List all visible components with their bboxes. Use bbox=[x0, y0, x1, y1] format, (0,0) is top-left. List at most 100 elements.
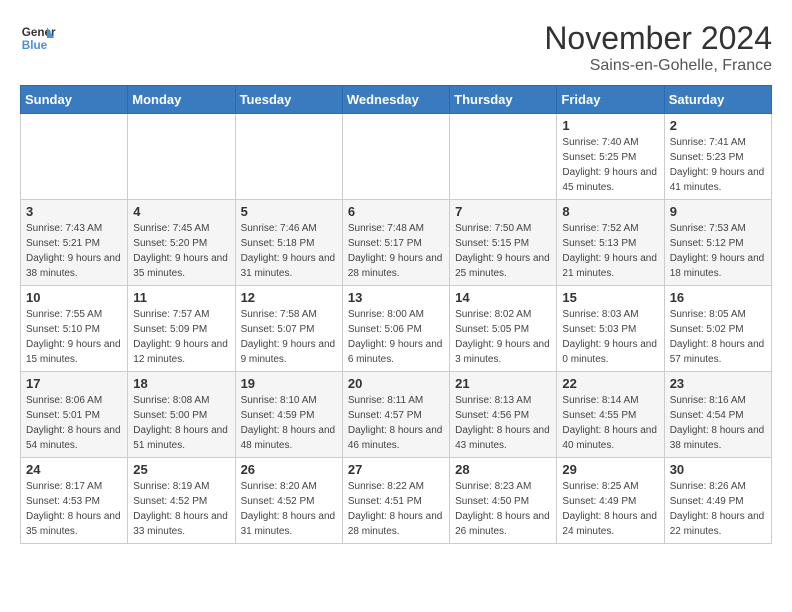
day-info: Sunrise: 7:40 AM Sunset: 5:25 PM Dayligh… bbox=[562, 135, 658, 195]
calendar-week-row: 17Sunrise: 8:06 AM Sunset: 5:01 PM Dayli… bbox=[21, 372, 772, 458]
weekday-header: Thursday bbox=[450, 86, 557, 114]
day-info: Sunrise: 7:53 AM Sunset: 5:12 PM Dayligh… bbox=[670, 221, 766, 281]
calendar-cell: 28 Sunrise: 8:23 AM Sunset: 4:50 PM Dayli… bbox=[450, 458, 557, 544]
day-number: 16 bbox=[670, 290, 766, 305]
day-number: 27 bbox=[348, 462, 444, 477]
calendar-week-row: 24 Sunrise: 8:17 AM Sunset: 4:53 PM Dayli… bbox=[21, 458, 772, 544]
day-number: 20 bbox=[348, 376, 444, 391]
day-number: 13 bbox=[348, 290, 444, 305]
day-number: 15 bbox=[562, 290, 658, 305]
calendar-cell: 22Sunrise: 8:14 AM Sunset: 4:55 PM Dayli… bbox=[557, 372, 664, 458]
day-info: Sunrise: 8:11 AM Sunset: 4:57 PM Dayligh… bbox=[348, 393, 444, 453]
calendar-cell bbox=[128, 114, 235, 200]
calendar-cell: 1 Sunrise: 7:40 AM Sunset: 5:25 PM Daylig… bbox=[557, 114, 664, 200]
calendar-cell: 6 Sunrise: 7:48 AM Sunset: 5:17 PM Daylig… bbox=[342, 200, 449, 286]
calendar-cell: 30 Sunrise: 8:26 AM Sunset: 4:49 PM Dayli… bbox=[664, 458, 771, 544]
day-info: Sunrise: 8:26 AM Sunset: 4:49 PM Dayligh… bbox=[670, 479, 766, 539]
day-number: 26 bbox=[241, 462, 337, 477]
day-number: 11 bbox=[133, 290, 229, 305]
calendar-cell: 14 Sunrise: 8:02 AM Sunset: 5:05 PM Dayli… bbox=[450, 286, 557, 372]
calendar-cell: 17Sunrise: 8:06 AM Sunset: 5:01 PM Dayli… bbox=[21, 372, 128, 458]
day-info: Sunrise: 8:25 AM Sunset: 4:49 PM Dayligh… bbox=[562, 479, 658, 539]
calendar-cell: 8 Sunrise: 7:52 AM Sunset: 5:13 PM Daylig… bbox=[557, 200, 664, 286]
calendar-cell: 27 Sunrise: 8:22 AM Sunset: 4:51 PM Dayli… bbox=[342, 458, 449, 544]
day-number: 25 bbox=[133, 462, 229, 477]
day-info: Sunrise: 7:45 AM Sunset: 5:20 PM Dayligh… bbox=[133, 221, 229, 281]
day-info: Sunrise: 7:50 AM Sunset: 5:15 PM Dayligh… bbox=[455, 221, 551, 281]
day-number: 4 bbox=[133, 204, 229, 219]
calendar-cell bbox=[235, 114, 342, 200]
day-number: 5 bbox=[241, 204, 337, 219]
calendar-cell: 24 Sunrise: 8:17 AM Sunset: 4:53 PM Dayli… bbox=[21, 458, 128, 544]
day-info: Sunrise: 8:19 AM Sunset: 4:52 PM Dayligh… bbox=[133, 479, 229, 539]
calendar-cell: 2 Sunrise: 7:41 AM Sunset: 5:23 PM Daylig… bbox=[664, 114, 771, 200]
day-info: Sunrise: 8:08 AM Sunset: 5:00 PM Dayligh… bbox=[133, 393, 229, 453]
page-header: General Blue November 2024 Sains-en-Gohe… bbox=[20, 20, 772, 75]
calendar-week-row: 10 Sunrise: 7:55 AM Sunset: 5:10 PM Dayli… bbox=[21, 286, 772, 372]
day-info: Sunrise: 8:02 AM Sunset: 5:05 PM Dayligh… bbox=[455, 307, 551, 367]
calendar-cell: 10 Sunrise: 7:55 AM Sunset: 5:10 PM Dayli… bbox=[21, 286, 128, 372]
day-number: 10 bbox=[26, 290, 122, 305]
calendar-cell bbox=[21, 114, 128, 200]
logo: General Blue bbox=[20, 20, 56, 56]
day-info: Sunrise: 8:16 AM Sunset: 4:54 PM Dayligh… bbox=[670, 393, 766, 453]
day-info: Sunrise: 7:46 AM Sunset: 5:18 PM Dayligh… bbox=[241, 221, 337, 281]
weekday-header: Monday bbox=[128, 86, 235, 114]
day-number: 9 bbox=[670, 204, 766, 219]
calendar-cell: 5 Sunrise: 7:46 AM Sunset: 5:18 PM Daylig… bbox=[235, 200, 342, 286]
day-info: Sunrise: 8:00 AM Sunset: 5:06 PM Dayligh… bbox=[348, 307, 444, 367]
day-info: Sunrise: 8:22 AM Sunset: 4:51 PM Dayligh… bbox=[348, 479, 444, 539]
day-info: Sunrise: 8:05 AM Sunset: 5:02 PM Dayligh… bbox=[670, 307, 766, 367]
weekday-header: Tuesday bbox=[235, 86, 342, 114]
day-number: 1 bbox=[562, 118, 658, 133]
day-info: Sunrise: 8:10 AM Sunset: 4:59 PM Dayligh… bbox=[241, 393, 337, 453]
day-info: Sunrise: 8:17 AM Sunset: 4:53 PM Dayligh… bbox=[26, 479, 122, 539]
weekday-header: Sunday bbox=[21, 86, 128, 114]
day-info: Sunrise: 8:14 AM Sunset: 4:55 PM Dayligh… bbox=[562, 393, 658, 453]
calendar-cell: 16 Sunrise: 8:05 AM Sunset: 5:02 PM Dayli… bbox=[664, 286, 771, 372]
calendar-cell: 19 Sunrise: 8:10 AM Sunset: 4:59 PM Dayli… bbox=[235, 372, 342, 458]
day-info: Sunrise: 8:23 AM Sunset: 4:50 PM Dayligh… bbox=[455, 479, 551, 539]
calendar-cell: 3 Sunrise: 7:43 AM Sunset: 5:21 PM Daylig… bbox=[21, 200, 128, 286]
calendar-cell: 4 Sunrise: 7:45 AM Sunset: 5:20 PM Daylig… bbox=[128, 200, 235, 286]
calendar-cell: 20 Sunrise: 8:11 AM Sunset: 4:57 PM Dayli… bbox=[342, 372, 449, 458]
month-title: November 2024 bbox=[544, 20, 772, 57]
calendar-cell: 26Sunrise: 8:20 AM Sunset: 4:52 PM Dayli… bbox=[235, 458, 342, 544]
calendar-cell: 21Sunrise: 8:13 AM Sunset: 4:56 PM Dayli… bbox=[450, 372, 557, 458]
day-info: Sunrise: 8:03 AM Sunset: 5:03 PM Dayligh… bbox=[562, 307, 658, 367]
day-number: 28 bbox=[455, 462, 551, 477]
day-info: Sunrise: 7:41 AM Sunset: 5:23 PM Dayligh… bbox=[670, 135, 766, 195]
day-number: 24 bbox=[26, 462, 122, 477]
weekday-header: Saturday bbox=[664, 86, 771, 114]
day-number: 7 bbox=[455, 204, 551, 219]
weekday-header: Friday bbox=[557, 86, 664, 114]
day-info: Sunrise: 7:52 AM Sunset: 5:13 PM Dayligh… bbox=[562, 221, 658, 281]
day-info: Sunrise: 7:57 AM Sunset: 5:09 PM Dayligh… bbox=[133, 307, 229, 367]
day-number: 8 bbox=[562, 204, 658, 219]
day-number: 30 bbox=[670, 462, 766, 477]
day-info: Sunrise: 7:58 AM Sunset: 5:07 PM Dayligh… bbox=[241, 307, 337, 367]
day-number: 18 bbox=[133, 376, 229, 391]
day-number: 23 bbox=[670, 376, 766, 391]
calendar-cell: 11 Sunrise: 7:57 AM Sunset: 5:09 PM Dayli… bbox=[128, 286, 235, 372]
day-number: 19 bbox=[241, 376, 337, 391]
day-number: 17 bbox=[26, 376, 122, 391]
calendar-cell: 15 Sunrise: 8:03 AM Sunset: 5:03 PM Dayli… bbox=[557, 286, 664, 372]
day-number: 14 bbox=[455, 290, 551, 305]
day-info: Sunrise: 7:55 AM Sunset: 5:10 PM Dayligh… bbox=[26, 307, 122, 367]
calendar-cell: 29Sunrise: 8:25 AM Sunset: 4:49 PM Dayli… bbox=[557, 458, 664, 544]
location: Sains-en-Gohelle, France bbox=[544, 57, 772, 75]
calendar-body: 1 Sunrise: 7:40 AM Sunset: 5:25 PM Daylig… bbox=[21, 114, 772, 544]
calendar-cell: 9 Sunrise: 7:53 AM Sunset: 5:12 PM Daylig… bbox=[664, 200, 771, 286]
calendar-cell: 7 Sunrise: 7:50 AM Sunset: 5:15 PM Daylig… bbox=[450, 200, 557, 286]
weekday-header: Wednesday bbox=[342, 86, 449, 114]
day-info: Sunrise: 7:48 AM Sunset: 5:17 PM Dayligh… bbox=[348, 221, 444, 281]
calendar-cell bbox=[342, 114, 449, 200]
calendar-cell: 23 Sunrise: 8:16 AM Sunset: 4:54 PM Dayli… bbox=[664, 372, 771, 458]
day-number: 3 bbox=[26, 204, 122, 219]
calendar-header-row: SundayMondayTuesdayWednesdayThursdayFrid… bbox=[21, 86, 772, 114]
day-info: Sunrise: 7:43 AM Sunset: 5:21 PM Dayligh… bbox=[26, 221, 122, 281]
day-number: 2 bbox=[670, 118, 766, 133]
day-number: 6 bbox=[348, 204, 444, 219]
title-block: November 2024 Sains-en-Gohelle, France bbox=[544, 20, 772, 75]
